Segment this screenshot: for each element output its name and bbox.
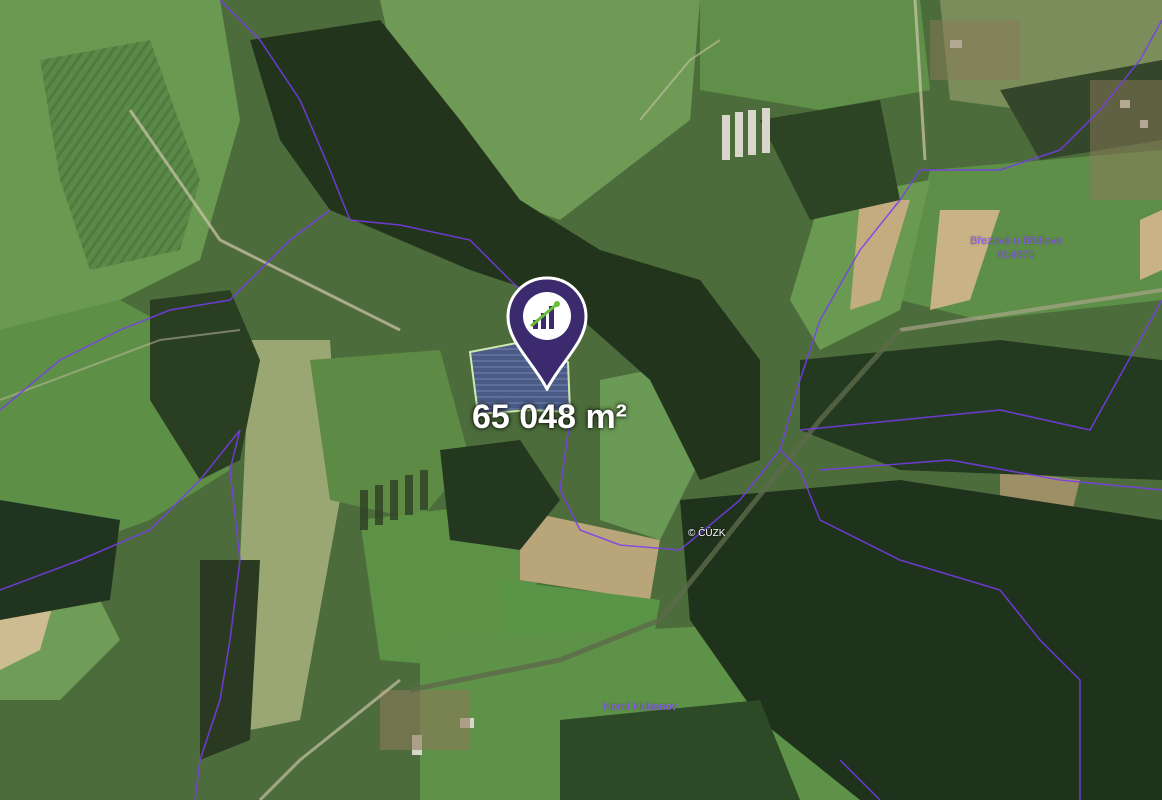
- cadastral-area-code: 614670: [997, 249, 1035, 261]
- cadastral-area-name: Březová u Břidlova: [970, 235, 1063, 247]
- cadastral-area-name: Horní Hubenov: [603, 701, 677, 713]
- map-attribution: © ČÚZK: [688, 528, 726, 539]
- location-marker[interactable]: [505, 276, 589, 391]
- cadastral-area-label: Horní Hubenov: [603, 700, 677, 714]
- satellite-map[interactable]: 65 048 m² Březová u Břidlova 614670 Horn…: [0, 0, 1162, 800]
- cadastral-area-label: Březová u Břidlova 614670: [970, 234, 1062, 262]
- parcel-area-label: 65 048 m²: [472, 398, 627, 436]
